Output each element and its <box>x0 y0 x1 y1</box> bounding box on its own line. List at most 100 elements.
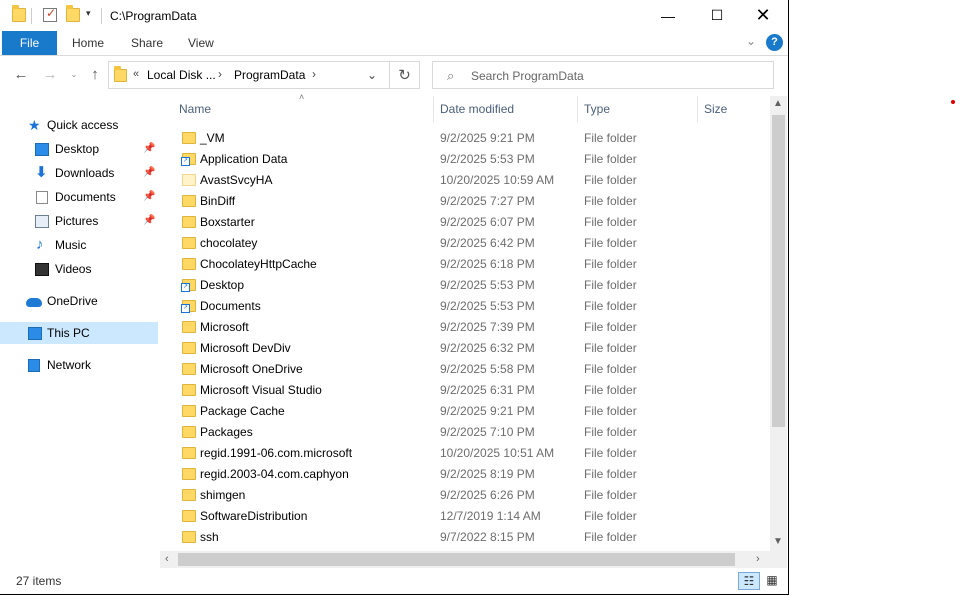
table-row[interactable]: Microsoft OneDrive 9/2/2025 5:58 PM File f… <box>160 359 772 380</box>
table-row[interactable]: Microsoft 9/2/2025 7:39 PM File folder <box>160 317 772 338</box>
sidebar-item-pictures[interactable]: Pictures 📌 <box>0 210 158 232</box>
column-divider[interactable] <box>697 96 698 122</box>
table-row[interactable]: SoftwareDistribution 12/7/2019 1:14 AM Fil… <box>160 506 772 527</box>
refresh-button[interactable]: ↻ <box>390 61 420 89</box>
search-box[interactable]: ⌕ <box>432 61 774 89</box>
pin-icon[interactable]: 📌 <box>143 162 155 184</box>
file-name: Microsoft DevDiv <box>200 341 291 355</box>
table-row[interactable]: ssh 9/7/2022 8:15 PM File folder <box>160 527 772 548</box>
file-name: Packages <box>200 425 253 439</box>
table-row[interactable]: Boxstarter 9/2/2025 6:07 PM File folder <box>160 212 772 233</box>
sidebar-item-quick-access[interactable]: ★ Quick access <box>0 114 158 136</box>
table-row[interactable]: regid.2003-04.com.caphyon 9/2/2025 8:19 P… <box>160 464 772 485</box>
column-divider[interactable] <box>577 96 578 122</box>
table-row[interactable]: Microsoft DevDiv 9/2/2025 6:32 PM File fol… <box>160 338 772 359</box>
table-row[interactable]: Packages 9/2/2025 7:10 PM File folder <box>160 422 772 443</box>
file-date-modified: 9/2/2025 6:26 PM <box>440 488 535 502</box>
table-row[interactable]: Microsoft Visual Studio 9/2/2025 6:31 PM F… <box>160 380 772 401</box>
breadcrumb-overflow[interactable]: « <box>133 68 139 80</box>
file-type: File folder <box>584 530 637 544</box>
file-type: File folder <box>584 383 637 397</box>
minimize-button[interactable]: — <box>645 0 691 31</box>
scrollbar-corner <box>770 551 787 568</box>
tab-share[interactable]: Share <box>119 31 175 55</box>
maximize-button[interactable]: ☐ <box>694 0 740 31</box>
customize-toolbar-dropdown[interactable]: ▾ <box>86 8 91 19</box>
table-row[interactable]: Documents 9/2/2025 5:53 PM File folder <box>160 296 772 317</box>
sidebar-item-desktop[interactable]: Desktop 📌 <box>0 138 158 160</box>
folder-icon <box>182 258 196 270</box>
sidebar-item-onedrive[interactable]: OneDrive <box>0 290 158 312</box>
table-row[interactable]: BinDiff 9/2/2025 7:27 PM File folder <box>160 191 772 212</box>
file-date-modified: 9/2/2025 9:21 PM <box>440 404 535 418</box>
pin-icon[interactable]: 📌 <box>143 186 155 208</box>
scroll-right-button[interactable]: › <box>756 553 760 565</box>
column-header-date-modified[interactable]: Date modified <box>440 102 514 116</box>
table-row[interactable]: regid.1991-06.com.microsoft 10/20/2025 10… <box>160 443 772 464</box>
help-icon[interactable]: ? <box>766 34 783 51</box>
file-date-modified: 9/2/2025 7:10 PM <box>440 425 535 439</box>
vertical-scrollbar[interactable]: ▲ ▼ <box>770 96 787 551</box>
file-name: ssh <box>200 530 219 544</box>
pictures-icon <box>35 215 49 228</box>
file-type: File folder <box>584 152 637 166</box>
navigation-bar: ← → ⌄ ↑ « Local Disk ... › ProgramData ›… <box>0 57 788 93</box>
file-date-modified: 9/2/2025 5:58 PM <box>440 362 535 376</box>
tab-home[interactable]: Home <box>60 31 116 55</box>
folder-icon <box>182 426 196 438</box>
breadcrumb-separator[interactable]: › <box>218 67 222 81</box>
expand-ribbon-icon[interactable]: ⌄ <box>746 34 756 48</box>
scroll-left-button[interactable]: ‹ <box>165 553 169 565</box>
new-folder-icon[interactable] <box>66 5 80 22</box>
column-header-name[interactable]: Name <box>179 102 211 116</box>
sidebar-item-music[interactable]: ♪ Music <box>0 234 158 256</box>
forward-button[interactable]: → <box>40 65 60 85</box>
scroll-up-button[interactable]: ▲ <box>773 98 783 109</box>
pin-icon[interactable]: 📌 <box>143 138 155 160</box>
sidebar-item-videos[interactable]: Videos <box>0 258 158 280</box>
vertical-scroll-thumb[interactable] <box>772 115 785 427</box>
table-row[interactable]: chocolatey 9/2/2025 6:42 PM File folder <box>160 233 772 254</box>
horizontal-scroll-thumb[interactable] <box>178 553 735 566</box>
table-row[interactable]: AvastSvcyHA 10/20/2025 10:59 AM File folde… <box>160 170 772 191</box>
search-input[interactable] <box>471 66 761 86</box>
tab-view[interactable]: View <box>176 31 226 55</box>
back-button[interactable]: ← <box>11 65 31 85</box>
column-header-size[interactable]: Size <box>704 102 727 116</box>
horizontal-scrollbar[interactable]: ‹ › <box>160 551 770 568</box>
table-row[interactable]: ChocolateyHttpCache 9/2/2025 6:18 PM File … <box>160 254 772 275</box>
file-name: Application Data <box>200 152 288 166</box>
recent-locations-chevron-icon[interactable]: ⌄ <box>64 65 84 85</box>
column-divider[interactable] <box>433 96 434 122</box>
sidebar-item-this-pc[interactable]: This PC <box>0 322 158 344</box>
address-history-dropdown[interactable]: ⌄ <box>367 68 377 82</box>
column-header-type[interactable]: Type <box>584 102 610 116</box>
close-button[interactable]: ✕ <box>740 0 786 31</box>
file-date-modified: 9/2/2025 6:32 PM <box>440 341 535 355</box>
up-button[interactable]: ↑ <box>85 65 105 85</box>
folder-shortcut-icon <box>181 279 196 292</box>
large-icons-view-button[interactable]: ▦ <box>763 572 781 590</box>
file-name: chocolatey <box>200 236 258 250</box>
scroll-down-button[interactable]: ▼ <box>773 536 783 547</box>
table-row[interactable]: _VM 9/2/2025 9:21 PM File folder <box>160 128 772 149</box>
properties-icon[interactable] <box>43 6 57 22</box>
table-row[interactable]: Package Cache 9/2/2025 9:21 PM File folder <box>160 401 772 422</box>
sidebar-item-network[interactable]: Network <box>0 354 158 376</box>
item-count: 27 items <box>16 574 62 588</box>
table-row[interactable]: Application Data 9/2/2025 5:53 PM File fol… <box>160 149 772 170</box>
table-row[interactable]: shimgen 9/2/2025 6:26 PM File folder <box>160 485 772 506</box>
file-list: ˄ Name Date modified Type Size _VM 9/2/20… <box>160 93 772 548</box>
table-row[interactable]: Desktop 9/2/2025 5:53 PM File folder <box>160 275 772 296</box>
address-bar[interactable]: « Local Disk ... › ProgramData › ⌄ <box>108 61 390 89</box>
file-name: _VM <box>200 131 225 145</box>
breadcrumb-separator[interactable]: › <box>312 67 316 81</box>
sidebar-item-downloads[interactable]: ⬇ Downloads 📌 <box>0 162 158 184</box>
breadcrumb-local-disk[interactable]: Local Disk ... <box>147 68 216 82</box>
details-view-button[interactable]: ☷ <box>738 572 760 590</box>
breadcrumb-programdata[interactable]: ProgramData <box>234 68 305 82</box>
sidebar-item-documents[interactable]: Documents 📌 <box>0 186 158 208</box>
tab-file[interactable]: File <box>2 31 57 55</box>
pin-icon[interactable]: 📌 <box>143 210 155 232</box>
folder-icon <box>182 174 196 186</box>
